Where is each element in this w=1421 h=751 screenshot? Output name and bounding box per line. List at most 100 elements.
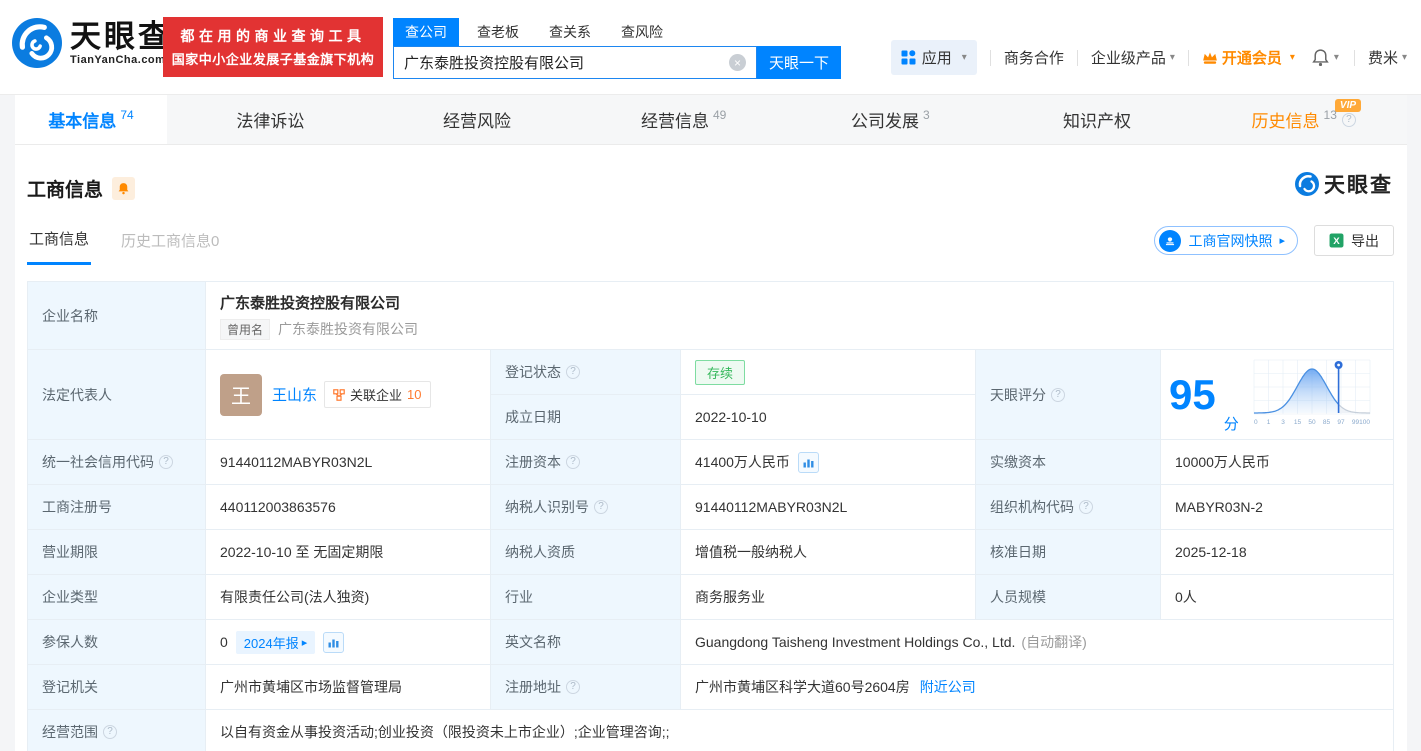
- annual-report-label: 2024年报: [243, 635, 299, 651]
- company-name: 广东泰胜投资控股有限公司: [220, 294, 401, 312]
- company-type-cell: 有限责任公司(法人独资): [206, 575, 491, 620]
- clear-search-icon[interactable]: ×: [729, 54, 746, 71]
- nav-user-menu[interactable]: 费米 ▾: [1368, 47, 1407, 68]
- search-tab-boss[interactable]: 查老板: [465, 18, 531, 46]
- label-text: 登记状态: [505, 364, 561, 380]
- tab-operation-risk[interactable]: 经营风险: [374, 95, 581, 144]
- label-text: 天眼评分: [990, 386, 1046, 403]
- question-circle-icon[interactable]: ?: [566, 680, 580, 694]
- search-button[interactable]: 天眼一下: [757, 46, 841, 79]
- excel-icon: X: [1329, 233, 1344, 248]
- english-name-cell: Guangdong Taisheng Investment Holdings C…: [681, 620, 1394, 665]
- score-cell: 95 分 0 1 3 15 50 85 97 99 100: [1161, 350, 1394, 440]
- row-label: 实缴资本: [976, 440, 1161, 485]
- question-circle-icon[interactable]: ?: [1079, 500, 1093, 514]
- nav-enterprise-product[interactable]: 企业级产品 ▾: [1091, 47, 1175, 68]
- tab-count: 3: [923, 107, 930, 122]
- row-label: 行业: [491, 575, 681, 620]
- annual-report-badge[interactable]: 2024年报 ▸: [235, 630, 316, 654]
- enterprise-product-label: 企业级产品: [1090, 50, 1166, 67]
- score-unit: 分: [1223, 416, 1239, 433]
- business-term-cell: 2022-10-10 至 无固定期限: [206, 530, 491, 575]
- tianyancha-swirl-icon: [12, 18, 62, 68]
- chevron-down-icon: ▾: [1333, 52, 1339, 63]
- export-button[interactable]: X 导出: [1314, 225, 1394, 256]
- tab-operation-info[interactable]: 经营信息 49: [580, 95, 787, 144]
- question-circle-icon[interactable]: ?: [1341, 112, 1356, 127]
- question-circle-icon[interactable]: ?: [159, 455, 173, 469]
- taxpayer-quality-cell: 增值税一般纳税人: [681, 530, 976, 575]
- search-tab-company[interactable]: 查公司: [393, 18, 459, 46]
- business-scope-cell: 以自有资金从事投资活动;创业投资（限投资未上市企业）;企业管理咨询;;: [206, 710, 1394, 751]
- business-info-table: 企业名称 广东泰胜投资控股有限公司 曾用名 广东泰胜投资有限公司 法定代表人 王…: [27, 281, 1394, 751]
- search-tab-relation[interactable]: 查关系: [537, 18, 603, 46]
- search-input[interactable]: [393, 46, 757, 79]
- label-text: 纳税人识别号: [505, 499, 589, 515]
- label-text: 注册资本: [505, 454, 561, 470]
- insured-chart-icon[interactable]: [323, 631, 345, 653]
- apps-label: 应用: [921, 50, 952, 67]
- tianyancha-logo[interactable]: 天眼查 TianYanCha.com: [12, 18, 172, 68]
- tab-label: 经营信息: [641, 112, 709, 131]
- row-label: 组织机构代码?: [976, 485, 1161, 530]
- tab-basic-info[interactable]: 基本信息 74: [15, 95, 167, 144]
- notification-bell[interactable]: ▾: [1311, 48, 1339, 67]
- score-curve-chart: 0 1 3 15 50 85 97 99 100: [1251, 358, 1373, 431]
- legal-rep-link[interactable]: 王山东: [272, 384, 317, 405]
- app-grid-icon: [901, 50, 916, 65]
- tab-history-info[interactable]: VIP 历史信息 13 ?: [1200, 95, 1407, 144]
- related-companies-count: 10: [407, 387, 422, 402]
- divider: [989, 49, 991, 66]
- open-vip-label: 开通会员: [1221, 50, 1282, 67]
- label-text: 经营范围: [42, 723, 98, 740]
- question-circle-icon[interactable]: ?: [1051, 387, 1065, 402]
- row-label: 纳税人识别号?: [491, 485, 681, 530]
- subscribe-bell-button[interactable]: [112, 177, 136, 200]
- svg-text:85: 85: [1323, 419, 1331, 426]
- nav-business-coop[interactable]: 商务合作: [1004, 47, 1064, 68]
- reg-capital-value: 41400万人民币: [695, 454, 790, 470]
- official-snapshot-button[interactable]: 工商官网快照 ▸: [1154, 226, 1298, 255]
- row-label: 登记机关: [28, 665, 206, 710]
- legal-rep-avatar[interactable]: 王: [220, 373, 262, 416]
- slogan-line1: 都在用的商业查询工具: [180, 28, 366, 44]
- label-text: 统一社会信用代码: [42, 454, 154, 470]
- slogan-line2: 国家中小企业发展子基金旗下机构: [171, 52, 375, 67]
- tab-intellectual-property[interactable]: 知识产权: [994, 95, 1201, 144]
- apps-menu[interactable]: 应用 ▾: [890, 40, 977, 75]
- tab-company-development[interactable]: 公司发展 3: [787, 95, 994, 144]
- subtab-history-business-info[interactable]: 历史工商信息0: [119, 230, 221, 264]
- taxpayer-id-cell: 91440112MABYR03N2L: [681, 485, 976, 530]
- industry-cell: 商务服务业: [681, 575, 976, 620]
- divider: [1076, 49, 1078, 66]
- section-title: 工商信息: [27, 180, 104, 201]
- brand-name: 天眼查: [70, 18, 172, 54]
- related-companies-label: 关联企业: [350, 388, 403, 403]
- question-circle-icon[interactable]: ?: [566, 455, 580, 469]
- tab-legal-litigation[interactable]: 法律诉讼: [167, 95, 374, 144]
- tab-label: 法律诉讼: [236, 112, 305, 131]
- row-label: 人员规模: [976, 575, 1161, 620]
- staff-size-cell: 0人: [1161, 575, 1394, 620]
- snapshot-label: 工商官网快照: [1188, 232, 1273, 249]
- question-circle-icon[interactable]: ?: [103, 724, 117, 739]
- stamp-icon: [1159, 229, 1182, 252]
- tab-label: 公司发展: [851, 112, 919, 131]
- row-label: 经营范围?: [28, 710, 206, 751]
- row-label: 注册资本?: [491, 440, 681, 485]
- divider: [1187, 49, 1189, 66]
- question-circle-icon[interactable]: ?: [594, 500, 608, 514]
- related-companies-badge[interactable]: 关联企业 10: [324, 381, 431, 408]
- capital-chart-icon[interactable]: [797, 451, 819, 473]
- nav-open-vip[interactable]: 开通会员 ▾: [1202, 47, 1295, 68]
- row-label: 注册地址?: [491, 665, 681, 710]
- chevron-down-icon: ▾: [1169, 52, 1175, 63]
- status-badge: 存续: [695, 359, 746, 385]
- question-circle-icon[interactable]: ?: [566, 365, 580, 379]
- subtab-row: 工商信息 历史工商信息0 工商官网快照 ▸ X 导出: [27, 225, 1394, 265]
- search-tab-risk[interactable]: 查风险: [609, 18, 675, 46]
- subtab-business-info[interactable]: 工商信息: [27, 228, 92, 265]
- tab-count: 49: [713, 107, 727, 122]
- nearby-companies-link[interactable]: 附近公司: [920, 677, 976, 697]
- svg-text:X: X: [1333, 236, 1340, 247]
